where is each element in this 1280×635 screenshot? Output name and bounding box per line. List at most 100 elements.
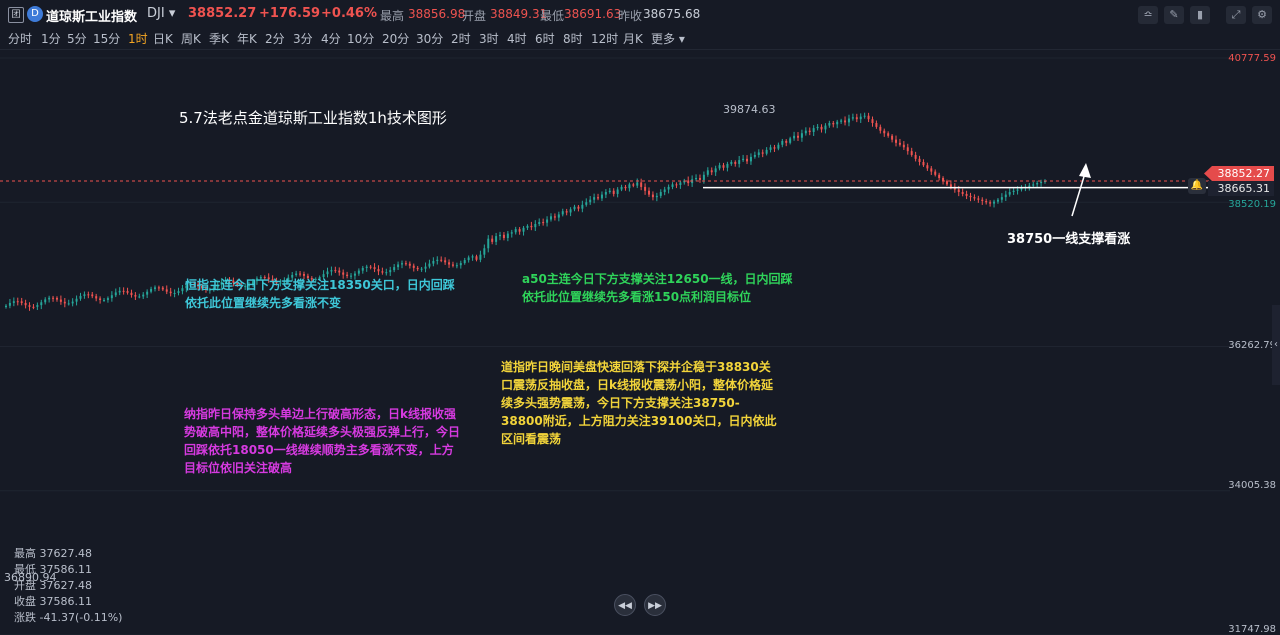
- skip-forward-icon[interactable]: ▶▶: [644, 594, 666, 616]
- candle-body: [28, 305, 31, 307]
- candle-body: [840, 120, 843, 122]
- tab-周K[interactable]: 周K: [181, 30, 201, 47]
- bell-icon[interactable]: 🔔: [1188, 178, 1206, 194]
- candle-body: [612, 190, 615, 194]
- candle-body: [397, 264, 400, 268]
- candle-body: [761, 152, 764, 154]
- candle-body: [746, 158, 749, 162]
- candle-body: [110, 295, 113, 299]
- candle-body: [871, 119, 874, 124]
- tab-12时[interactable]: 12时: [591, 30, 618, 47]
- candle-body: [698, 177, 701, 180]
- candle-body: [589, 199, 592, 203]
- candle-body: [377, 269, 380, 272]
- tab-15分[interactable]: 15分: [93, 30, 120, 47]
- tab-2时[interactable]: 2时: [451, 30, 471, 47]
- candle-body: [408, 263, 411, 266]
- expand-icon[interactable]: ⤢: [1226, 6, 1246, 24]
- tab-2分[interactable]: 2分: [265, 30, 285, 47]
- draw-icon[interactable]: ✎: [1164, 6, 1184, 24]
- candle-body: [40, 302, 43, 306]
- candle-body: [655, 195, 658, 198]
- ohlc-change: 涨跌 -41.37(-0.11%): [14, 611, 123, 624]
- candle-body: [530, 225, 533, 228]
- timeframe-toolbar: 分时 1分 5分 15分 1时 日K 周K 季K 年K 2分 3分 4分 10分 20分 30分 2时 3时 4时…: [0, 28, 1280, 48]
- collapse-panel-icon[interactable]: ‹: [1272, 305, 1280, 385]
- candle-body: [381, 271, 384, 273]
- candle-body: [95, 296, 98, 299]
- candlestick-chart[interactable]: [0, 50, 1230, 635]
- tab-4分[interactable]: 4分: [321, 30, 341, 47]
- square-logo-icon[interactable]: 团: [8, 7, 24, 23]
- tab-日K[interactable]: 日K: [153, 30, 173, 47]
- candle-body: [455, 265, 458, 267]
- tab-1时[interactable]: 1时: [128, 30, 148, 47]
- candle-body: [534, 223, 537, 228]
- candle-body: [8, 302, 11, 306]
- candle-type-icon[interactable]: ▮: [1190, 6, 1210, 24]
- candle-body: [169, 291, 172, 294]
- candle-body: [902, 144, 905, 148]
- candle-body: [52, 297, 55, 299]
- candle-body: [161, 287, 164, 290]
- tab-6时[interactable]: 6时: [535, 30, 555, 47]
- candle-body: [981, 199, 984, 201]
- tab-月K[interactable]: 月K: [623, 30, 643, 47]
- candle-body: [847, 118, 850, 123]
- tab-5分[interactable]: 5分: [67, 30, 87, 47]
- candle-body: [181, 288, 184, 292]
- candle-body: [742, 158, 745, 161]
- candle-body: [436, 259, 439, 261]
- candle-body: [793, 135, 796, 139]
- candle-body: [48, 297, 51, 300]
- tab-4时[interactable]: 4时: [507, 30, 527, 47]
- a50-note: a50主连今日下方支撑关注12650一线，日内回踩依托此位置继续先多看涨150点…: [522, 272, 793, 304]
- candle-body: [730, 162, 733, 164]
- candle-body: [769, 147, 772, 150]
- candle-body: [326, 271, 329, 275]
- candle-body: [671, 184, 674, 187]
- axis-label-bottom: 31747.98: [1228, 624, 1276, 635]
- trend-arrow-line: [1071, 169, 1087, 217]
- tab-3时[interactable]: 3时: [479, 30, 499, 47]
- candle-body: [342, 272, 345, 275]
- instrument-symbol[interactable]: DJI ▾: [147, 6, 175, 21]
- candle-body: [651, 194, 654, 198]
- candle-body: [546, 219, 549, 223]
- candle-body: [648, 190, 651, 195]
- candle-body: [577, 206, 580, 209]
- indicator-icon[interactable]: ≏: [1138, 6, 1158, 24]
- tab-20分[interactable]: 20分: [382, 30, 409, 47]
- candle-body: [914, 154, 917, 159]
- candle-body: [146, 291, 149, 295]
- candle-body: [663, 189, 666, 193]
- candle-body: [993, 201, 996, 204]
- support-label: 38750一线支撑看涨: [1007, 232, 1131, 247]
- candle-body: [553, 216, 556, 218]
- tab-更多[interactable]: 更多 ▾: [651, 30, 685, 47]
- candle-body: [361, 267, 364, 271]
- tab-30分[interactable]: 30分: [416, 30, 443, 47]
- tab-3分[interactable]: 3分: [293, 30, 313, 47]
- candle-body: [585, 202, 588, 205]
- price-change-pct: +0.46%: [321, 6, 377, 21]
- tab-1分[interactable]: 1分: [41, 30, 61, 47]
- candle-body: [828, 123, 831, 126]
- candle-body: [667, 186, 670, 190]
- skip-back-icon[interactable]: ◀◀: [614, 594, 636, 616]
- tab-年K[interactable]: 年K: [237, 30, 257, 47]
- tab-季K[interactable]: 季K: [209, 30, 229, 47]
- candle-body: [389, 270, 392, 273]
- instrument-title[interactable]: 道琼斯工业指数: [46, 6, 137, 25]
- candle-body: [103, 299, 106, 301]
- tab-10分[interactable]: 10分: [347, 30, 374, 47]
- candle-body: [59, 299, 62, 302]
- tab-分时[interactable]: 分时: [8, 30, 32, 47]
- candle-body: [985, 200, 988, 203]
- tab-8时[interactable]: 8时: [563, 30, 583, 47]
- candle-body: [1008, 192, 1011, 195]
- settings-icon[interactable]: ⚙: [1252, 6, 1272, 24]
- candle-body: [945, 181, 948, 185]
- candle-body: [695, 177, 698, 180]
- candle-body: [67, 303, 70, 305]
